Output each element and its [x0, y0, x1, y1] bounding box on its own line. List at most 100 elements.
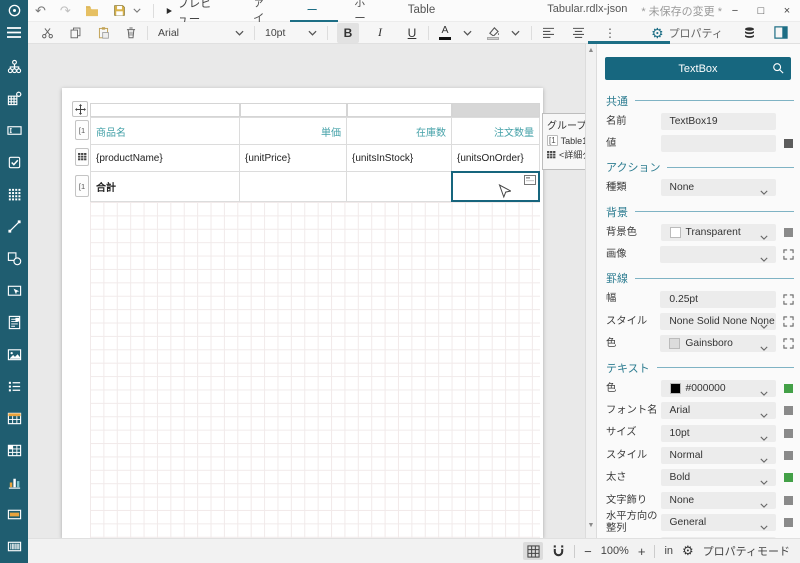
group-panel[interactable]: グループ [1Table1_ca<詳細グル — [542, 113, 585, 170]
cut-button[interactable] — [36, 23, 58, 43]
toolbox-item-bandedlist[interactable] — [0, 498, 28, 530]
font-size-select[interactable]: 10pt — [260, 24, 322, 41]
fill-color-button[interactable] — [482, 23, 504, 43]
open-button[interactable] — [78, 0, 106, 22]
expand-editor-button[interactable] — [783, 294, 794, 305]
group-item-2[interactable]: <詳細グル — [543, 147, 585, 162]
cell-detail-2[interactable]: {unitPrice} — [240, 145, 347, 172]
style-inherited-badge[interactable] — [783, 495, 794, 506]
property-dropdown[interactable]: Transparent — [661, 224, 777, 241]
toolbox-item-matrix[interactable] — [0, 434, 28, 466]
selected-cell[interactable] — [451, 171, 540, 202]
field-picker-icon[interactable] — [524, 175, 536, 185]
copy-button[interactable] — [64, 23, 86, 43]
snap-toggle-button[interactable] — [552, 544, 565, 558]
column-handle-1[interactable] — [90, 103, 240, 117]
font-color-dropdown[interactable] — [456, 23, 478, 43]
toolbox-item-shape[interactable] — [0, 242, 28, 274]
maximize-button[interactable]: □ — [748, 0, 774, 22]
style-inherited-badge[interactable] — [783, 405, 794, 416]
cell-headers-3[interactable]: 在庫数 — [347, 117, 452, 145]
row-handle-3[interactable]: [1 — [75, 175, 89, 197]
property-dropdown[interactable]: #000000 — [661, 380, 777, 397]
cell-footer-3[interactable] — [347, 172, 452, 202]
minimize-button[interactable]: − — [722, 0, 748, 22]
fill-color-dropdown[interactable] — [504, 23, 526, 43]
align-center-button[interactable] — [567, 23, 589, 43]
property-dropdown[interactable]: None — [661, 179, 777, 196]
scroll-up-arrow[interactable]: ▲ — [586, 47, 596, 54]
style-inherited-badge[interactable] — [783, 428, 794, 439]
style-overridden-badge[interactable] — [783, 472, 794, 483]
property-input[interactable] — [661, 135, 777, 152]
data-panel-button[interactable] — [739, 23, 761, 43]
style-inherited-badge[interactable] — [783, 450, 794, 461]
scroll-down-arrow[interactable]: ▼ — [586, 522, 596, 529]
property-input[interactable]: 0.25pt — [660, 291, 776, 308]
undo-button[interactable]: ↶ — [28, 0, 53, 22]
font-color-button[interactable]: A — [434, 23, 456, 43]
column-handle-2[interactable] — [240, 103, 347, 117]
paste-button[interactable] — [92, 23, 114, 43]
align-left-button[interactable] — [537, 23, 559, 43]
cell-detail-3[interactable]: {unitsInStock} — [347, 145, 452, 172]
font-family-select[interactable]: Arial — [153, 24, 249, 41]
panel-toggle-button[interactable] — [770, 23, 792, 43]
ribbon-tab-4[interactable]: Table — [392, 0, 452, 22]
toolbox-item-table[interactable] — [0, 402, 28, 434]
property-dropdown[interactable]: Gainsboro — [660, 335, 776, 352]
cell-footer-1[interactable]: 合計 — [90, 172, 240, 202]
cell-headers-2[interactable]: 単価 — [240, 117, 347, 145]
style-inherited-badge[interactable] — [783, 517, 794, 528]
zoom-level[interactable]: 100% — [601, 545, 629, 557]
row-handle-1[interactable]: [1 — [75, 120, 89, 140]
zoom-out-button[interactable]: − — [584, 544, 592, 559]
ribbon-tab-1[interactable]: ファイル — [237, 0, 290, 22]
close-button[interactable]: × — [774, 0, 800, 22]
toolbox-item-image[interactable] — [0, 338, 28, 370]
properties-panel-button[interactable]: ⚙ プロパティ — [647, 23, 727, 43]
group-item-1[interactable]: [1Table1_ca — [543, 134, 585, 147]
property-dropdown[interactable]: 10pt — [661, 425, 777, 442]
ribbon-tab-2[interactable]: ホーム — [290, 0, 338, 22]
search-properties-button[interactable] — [772, 62, 784, 74]
cell-headers-1[interactable]: 商品名 — [90, 117, 240, 145]
toolbox-item-tablix-wizard[interactable] — [0, 82, 28, 114]
style-overridden-badge[interactable] — [783, 383, 794, 394]
cell-headers-4[interactable]: 注文数量 — [452, 117, 540, 145]
save-button[interactable] — [106, 0, 133, 22]
toolbox-item-report-explorer[interactable] — [0, 50, 28, 82]
delete-button[interactable] — [120, 23, 142, 43]
toolbox-item-chart[interactable] — [0, 466, 28, 498]
grid-toggle-button[interactable] — [523, 542, 543, 560]
toolbox-item-table-free[interactable] — [0, 178, 28, 210]
expand-editor-button[interactable] — [783, 316, 794, 327]
cell-detail-1[interactable]: {productName} — [90, 145, 240, 172]
expression-button[interactable] — [783, 138, 794, 149]
cell-detail-4[interactable]: {unitsOnOrder} — [452, 145, 540, 172]
property-dropdown[interactable]: Normal — [661, 447, 777, 464]
bold-button[interactable]: B — [337, 23, 359, 43]
toolbox-item-richtext[interactable] — [0, 306, 28, 338]
design-canvas[interactable]: [1 [1 商品名単価在庫数注文数量 {productName}{unitPrice… — [28, 44, 585, 538]
menu-button[interactable] — [0, 22, 28, 44]
cell-footer-2[interactable] — [240, 172, 347, 202]
properties-scrollbar[interactable]: ▲ ▼ — [585, 44, 597, 538]
property-dropdown[interactable]: None — [661, 492, 777, 509]
toolbox-item-line[interactable] — [0, 210, 28, 242]
italic-button[interactable]: I — [369, 23, 391, 43]
property-dropdown[interactable] — [660, 246, 776, 263]
unit-selector[interactable]: in — [664, 545, 673, 557]
save-dropdown-button[interactable] — [133, 0, 148, 22]
expand-editor-button[interactable] — [783, 249, 794, 260]
property-dropdown[interactable]: None Solid None None — [660, 313, 776, 330]
property-dropdown[interactable]: General — [661, 514, 777, 531]
column-handle-4[interactable] — [452, 103, 540, 117]
toolbox-item-container[interactable] — [0, 274, 28, 306]
expand-editor-button[interactable] — [783, 338, 794, 349]
property-input[interactable]: TextBox19 — [661, 113, 777, 130]
property-mode-button[interactable]: プロパティモード — [703, 543, 790, 559]
table-move-handle[interactable] — [72, 101, 88, 117]
toolbox-item-textbox[interactable] — [0, 114, 28, 146]
underline-button[interactable]: U — [401, 23, 423, 43]
